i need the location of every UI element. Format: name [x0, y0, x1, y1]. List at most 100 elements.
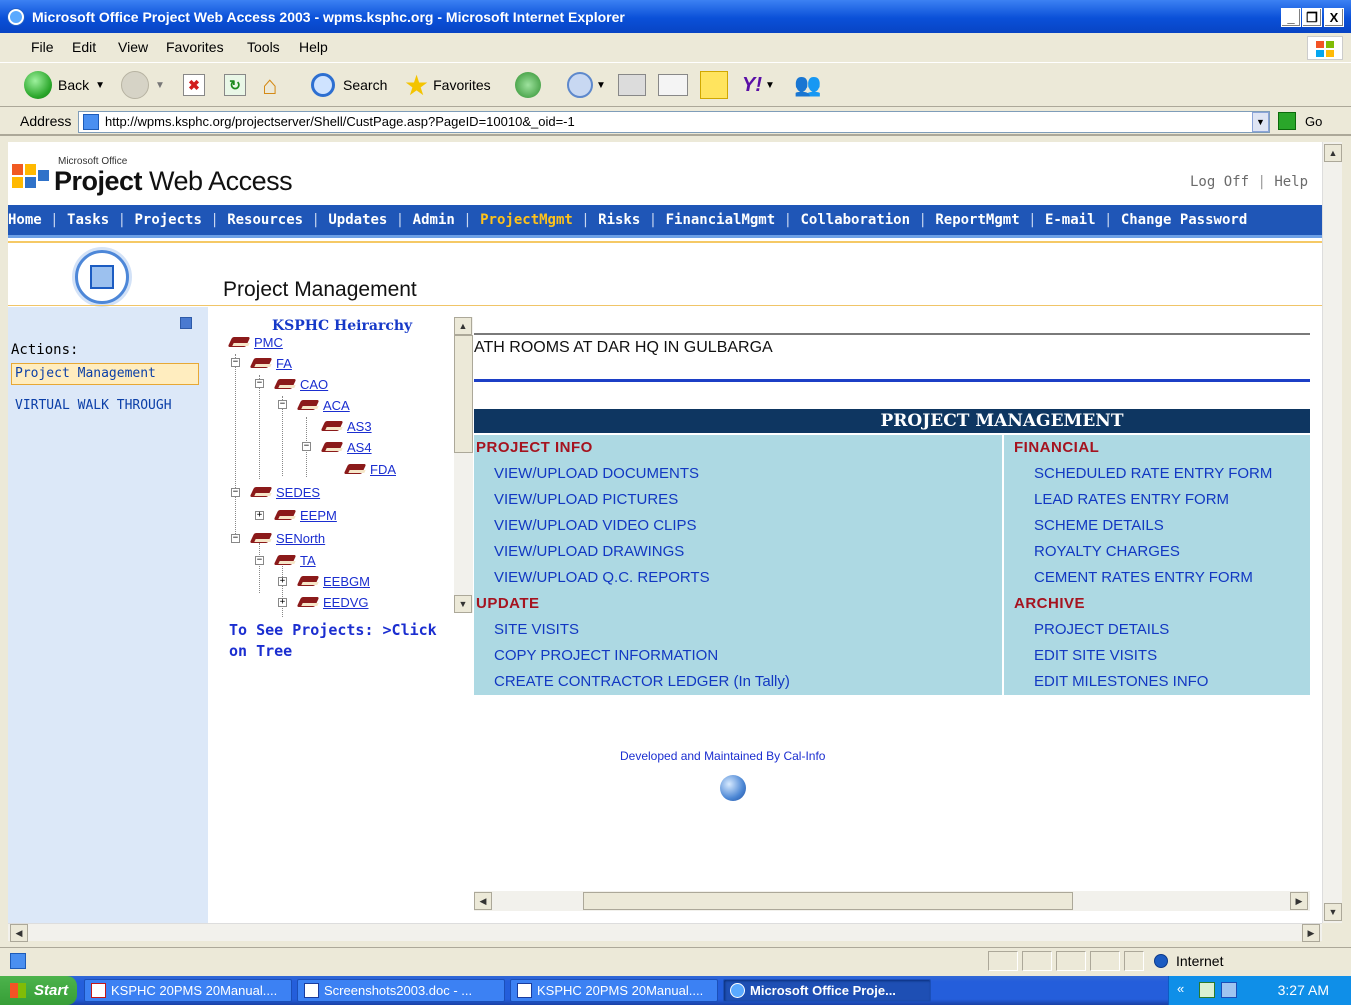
link-view-upload-qc-reports[interactable]: VIEW/UPLOAD Q.C. REPORTS	[474, 565, 1002, 591]
go-arrow-icon[interactable]	[1278, 112, 1296, 130]
menu-help[interactable]: Help	[299, 39, 328, 55]
nav-reportmgmt[interactable]: ReportMgmt	[935, 212, 1019, 228]
tree-node-aca[interactable]: ACA	[323, 398, 350, 413]
scroll-left-icon[interactable]: ◀	[10, 924, 28, 942]
tree-node-as4[interactable]: AS4	[347, 440, 372, 455]
tree-node-sedes[interactable]: SEDES	[276, 485, 320, 500]
taskbar-item-word-manual[interactable]: KSPHC 20PMS 20Manual....	[510, 979, 718, 1002]
nav-projectmgmt[interactable]: ProjectMgmt	[480, 212, 573, 228]
expand-icon[interactable]: +	[278, 577, 287, 586]
address-input[interactable]: http://wpms.ksphc.org/projectserver/Shel…	[78, 111, 1270, 133]
tree-node-as3[interactable]: AS3	[347, 419, 372, 434]
tree-scroll-thumb[interactable]	[454, 335, 473, 453]
favorites-button[interactable]: ★ Favorites	[404, 69, 491, 101]
restore-button[interactable]: ❐	[1302, 8, 1322, 27]
yahoo-button[interactable]: Y! ▼	[742, 69, 775, 101]
close-button[interactable]: X	[1324, 8, 1344, 27]
nav-resources[interactable]: Resources	[227, 212, 303, 228]
tree-node-cao[interactable]: CAO	[300, 377, 328, 392]
collapse-icon[interactable]: −	[255, 379, 264, 388]
network-icon[interactable]	[1221, 982, 1237, 998]
link-project-details[interactable]: PROJECT DETAILS	[1004, 617, 1310, 643]
menu-file[interactable]: File	[31, 39, 54, 55]
print-button[interactable]	[618, 69, 646, 101]
tree-node-ta[interactable]: TA	[300, 553, 316, 568]
collapse-icon[interactable]	[180, 317, 192, 329]
link-lead-rates-entry-form[interactable]: LEAD RATES ENTRY FORM	[1004, 487, 1310, 513]
taskbar-item-ie[interactable]: Microsoft Office Proje...	[723, 979, 931, 1002]
link-cement-rates-entry-form[interactable]: CEMENT RATES ENTRY FORM	[1004, 565, 1310, 591]
scroll-up-icon[interactable]: ▲	[454, 317, 472, 335]
menu-favorites[interactable]: Favorites	[166, 39, 224, 55]
nav-projects[interactable]: Projects	[134, 212, 201, 228]
link-view-upload-pictures[interactable]: VIEW/UPLOAD PICTURES	[474, 487, 1002, 513]
search-button[interactable]: Search	[311, 69, 387, 101]
link-edit-site-visits[interactable]: EDIT SITE VISITS	[1004, 643, 1310, 669]
refresh-button[interactable]: ↻	[224, 69, 246, 101]
page-vertical-scrollbar[interactable]: ▲ ▼	[1322, 142, 1342, 923]
nav-collaboration[interactable]: Collaboration	[800, 212, 910, 228]
collapse-icon[interactable]: −	[255, 556, 264, 565]
nav-change-password[interactable]: Change Password	[1121, 212, 1247, 228]
history-button[interactable]	[515, 69, 541, 101]
mail-button[interactable]: ▼	[567, 69, 606, 101]
page-horizontal-scrollbar[interactable]: ◀ ▶	[8, 923, 1322, 942]
expand-icon[interactable]: +	[255, 511, 264, 520]
collapse-icon[interactable]: −	[302, 442, 311, 451]
nav-risks[interactable]: Risks	[598, 212, 640, 228]
address-dropdown-icon[interactable]: ▼	[1252, 112, 1269, 132]
scroll-down-icon[interactable]: ▼	[454, 595, 472, 613]
action-virtual-walk-through[interactable]: VIRTUAL WALK THROUGH	[15, 397, 185, 414]
back-button[interactable]: Back ▼	[24, 69, 105, 101]
link-create-contractor-ledger[interactable]: CREATE CONTRACTOR LEDGER (In Tally)	[474, 669, 1002, 695]
nav-financialmgmt[interactable]: FinancialMgmt	[666, 212, 776, 228]
scroll-down-icon[interactable]: ▼	[1324, 903, 1342, 921]
action-project-management[interactable]: Project Management	[11, 363, 199, 385]
link-view-upload-video-clips[interactable]: VIEW/UPLOAD VIDEO CLIPS	[474, 513, 1002, 539]
expand-icon[interactable]: +	[278, 598, 287, 607]
collapse-icon[interactable]: −	[278, 400, 287, 409]
taskbar-item-word-doc[interactable]: Screenshots2003.doc - ...	[297, 979, 505, 1002]
link-view-upload-drawings[interactable]: VIEW/UPLOAD DRAWINGS	[474, 539, 1002, 565]
nav-updates[interactable]: Updates	[328, 212, 387, 228]
logoff-link[interactable]: Log Off	[1190, 174, 1249, 190]
tree-node-pmc[interactable]: PMC	[254, 335, 283, 350]
collapse-icon[interactable]: −	[231, 358, 240, 367]
menu-edit[interactable]: Edit	[72, 39, 96, 55]
home-button[interactable]: ⌂	[262, 69, 278, 101]
content-scroll-thumb[interactable]	[583, 892, 1073, 910]
scroll-right-icon[interactable]: ▶	[1290, 892, 1308, 910]
tray-app-icon[interactable]	[1199, 982, 1215, 998]
nav-tasks[interactable]: Tasks	[67, 212, 109, 228]
nav-email[interactable]: E-mail	[1045, 212, 1096, 228]
collapse-icon[interactable]: −	[231, 488, 240, 497]
edit-button[interactable]	[658, 69, 688, 101]
tree-node-fda[interactable]: FDA	[370, 462, 396, 477]
link-site-visits[interactable]: SITE VISITS	[474, 617, 1002, 643]
link-scheduled-rate-entry-form[interactable]: SCHEDULED RATE ENTRY FORM	[1004, 461, 1310, 487]
link-copy-project-information[interactable]: COPY PROJECT INFORMATION	[474, 643, 1002, 669]
taskbar-item-pdf[interactable]: KSPHC 20PMS 20Manual....	[84, 979, 292, 1002]
content-horizontal-scrollbar[interactable]: ◀ ▶	[474, 891, 1310, 911]
collapse-icon[interactable]: −	[231, 534, 240, 543]
link-edit-milestones-info[interactable]: EDIT MILESTONES INFO	[1004, 669, 1310, 695]
tree-node-fa[interactable]: FA	[276, 356, 292, 371]
menu-view[interactable]: View	[118, 39, 148, 55]
forward-button[interactable]: ▼	[121, 69, 165, 101]
link-view-upload-documents[interactable]: VIEW/UPLOAD DOCUMENTS	[474, 461, 1002, 487]
start-button[interactable]: Start	[0, 976, 77, 1005]
scroll-up-icon[interactable]: ▲	[1324, 144, 1342, 162]
messenger-button[interactable]: 👥	[794, 69, 821, 101]
minimize-button[interactable]: _	[1281, 8, 1301, 27]
show-hidden-icons-chevron-icon[interactable]: «	[1177, 981, 1184, 996]
discuss-button[interactable]	[700, 69, 728, 101]
link-royalty-charges[interactable]: ROYALTY CHARGES	[1004, 539, 1310, 565]
help-link[interactable]: Help	[1274, 174, 1308, 190]
tree-scrollbar[interactable]: ▲ ▼	[454, 317, 473, 613]
go-button[interactable]: Go	[1305, 114, 1322, 129]
nav-home[interactable]: Home	[8, 212, 42, 228]
link-scheme-details[interactable]: SCHEME DETAILS	[1004, 513, 1310, 539]
tree-node-eepm[interactable]: EEPM	[300, 508, 337, 523]
scroll-left-icon[interactable]: ◀	[474, 892, 492, 910]
tree-node-senorth[interactable]: SENorth	[276, 531, 325, 546]
